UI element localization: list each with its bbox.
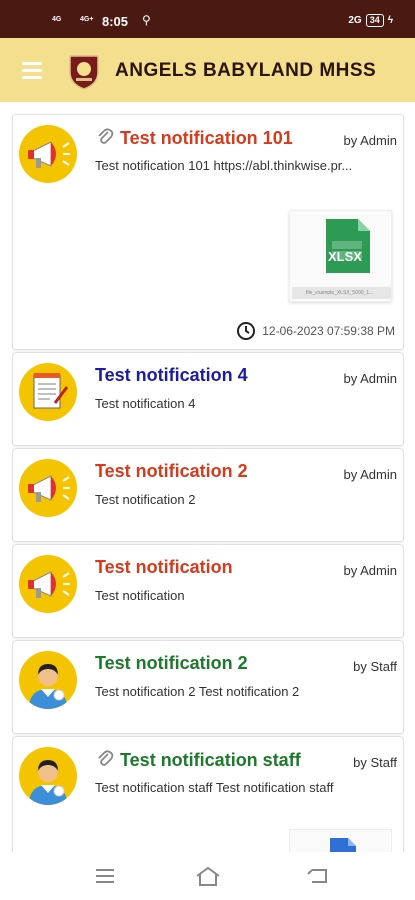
status-time: 8:05 [102, 14, 129, 29]
attachment-clip-icon [98, 128, 114, 144]
xlsx-file-icon [326, 219, 370, 273]
notification-card[interactable]: Test notification 4 by Admin Test notifi… [12, 352, 404, 446]
notification-card[interactable]: Test notification staff by Staff Test no… [12, 736, 404, 854]
back-icon[interactable] [303, 862, 333, 890]
attachment-thumbnail[interactable] [289, 829, 392, 854]
notification-author: by Admin [343, 467, 397, 482]
notification-author: by Admin [343, 563, 397, 578]
recent-apps-icon[interactable] [90, 862, 120, 890]
notification-title: Test notification 4 [95, 365, 248, 385]
notification-list[interactable]: Test notification 101 by Admin Test noti… [12, 114, 404, 854]
school-crest-logo [69, 55, 99, 90]
notification-title: Test notification [95, 557, 233, 577]
notepad-icon [19, 363, 77, 421]
notification-description: Test notification [95, 588, 185, 603]
battery-icon: 34 [365, 14, 384, 27]
clock-icon [237, 322, 256, 340]
notification-author: by Staff [353, 755, 397, 770]
app-title: ANGELS BABYLAND MHSS [115, 60, 377, 81]
notification-description: Test notification staff Test notificatio… [95, 780, 334, 795]
notification-title: Test notification 2 [95, 653, 248, 673]
status-bar: 4G 4G+ 8:05 ⚲ 2G 34 ϟ [0, 0, 415, 38]
signal-label-2: 4G+ [80, 16, 94, 23]
staff-person-icon [19, 651, 77, 709]
staff-person-icon [19, 747, 77, 805]
notification-title: Test notification 101 [120, 128, 293, 148]
notification-card[interactable]: Test notification 101 by Admin Test noti… [12, 114, 404, 350]
network-label: 2G [348, 15, 362, 26]
notification-card[interactable]: Test notification 2 by Staff Test notifi… [12, 640, 404, 734]
megaphone-icon [19, 459, 77, 517]
notification-card[interactable]: Test notification by Admin Test notifica… [12, 544, 404, 638]
notification-title: Test notification staff [120, 750, 301, 770]
notification-title: Test notification 2 [95, 461, 248, 481]
megaphone-icon [19, 555, 77, 613]
home-icon[interactable] [193, 862, 223, 890]
notification-card[interactable]: Test notification 2 by Admin Test notifi… [12, 448, 404, 542]
megaphone-icon [19, 125, 77, 183]
notification-author: by Admin [343, 133, 397, 148]
app-bar: ANGELS BABYLAND MHSS [0, 38, 415, 102]
attachment-file-name: file_example_XLSX_5000_1... [292, 287, 391, 299]
system-nav-bar [0, 852, 415, 900]
charging-icon: ϟ [387, 15, 393, 26]
notification-description: Test notification 4 [95, 396, 196, 411]
attachment-clip-icon [98, 750, 114, 766]
xlsx-label: XLSX [328, 249, 362, 264]
notification-description: Test notification 2 [95, 492, 196, 507]
hamburger-menu-icon[interactable] [22, 62, 42, 79]
notification-description: Test notification 2 Test notification 2 [95, 684, 300, 699]
notification-author: by Admin [343, 371, 397, 386]
notification-author: by Staff [353, 659, 397, 674]
signal-label-1: 4G [52, 16, 62, 23]
notification-timestamp: 12-06-2023 07:59:38 PM [262, 324, 395, 338]
usb-icon: ⚲ [142, 13, 151, 27]
notification-description: Test notification 101 https://abl.thinkw… [95, 158, 353, 173]
attachment-thumbnail[interactable]: XLSX file_example_XLSX_5000_1... [289, 210, 392, 302]
